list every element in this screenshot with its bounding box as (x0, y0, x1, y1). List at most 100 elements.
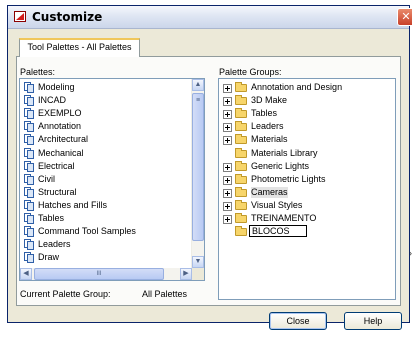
folder-icon (235, 82, 247, 92)
folder-icon (235, 173, 247, 184)
palette-item[interactable]: INCAD (20, 95, 190, 107)
palette-group-label: 3D Make (251, 95, 288, 106)
scroll-left-button[interactable]: ◀ (20, 268, 32, 280)
palette-item[interactable]: Command Tool Samples (20, 226, 190, 238)
palette-group-label: Cameras (251, 186, 288, 198)
palette-group-item[interactable]: TREINAMENTO (219, 213, 395, 224)
folder-icon (235, 226, 247, 237)
tab-tool-palettes-all-palettes[interactable]: Tool Palettes - All Palettes (19, 38, 140, 57)
current-palette-group-value: All Palettes (142, 289, 188, 299)
palette-group-label: Leaders (251, 121, 284, 132)
palette-item[interactable]: Architectural (20, 134, 190, 146)
palette-icon (24, 147, 35, 159)
expand-icon[interactable] (223, 188, 232, 198)
palette-item-label: EXEMPLO (38, 108, 82, 119)
palette-icon (24, 108, 35, 120)
expand-icon[interactable] (223, 84, 232, 93)
expand-icon[interactable] (223, 201, 232, 211)
close-button[interactable]: Close (269, 312, 327, 330)
expand-icon[interactable] (223, 215, 232, 224)
palette-item-label: Civil (38, 173, 55, 184)
palette-icon (24, 239, 35, 251)
palette-icon (24, 173, 35, 185)
palette-item-label: Draw (38, 252, 60, 263)
palette-group-label: Materials Library (251, 147, 318, 158)
palette-item[interactable]: Leaders (20, 239, 190, 251)
palette-icon (24, 121, 35, 133)
palette-group-label: Visual Styles (251, 199, 303, 210)
scroll-thumb[interactable]: ≡ (192, 93, 204, 241)
palette-group-item[interactable]: 3D Make (219, 95, 395, 107)
rename-group-input[interactable]: BLOCOS (249, 225, 307, 238)
palette-item[interactable]: Tables (20, 213, 190, 224)
palette-icon (24, 160, 35, 172)
palettes-list[interactable]: ▲ ≡ ▼ ◀ III ▶ Modeling INCAD EXEMPLO Annota… (19, 78, 205, 281)
palette-group-item[interactable]: Materials (219, 134, 395, 146)
palette-group-label: Photometric Lights (251, 173, 326, 184)
palette-item-label: Modeling (38, 82, 75, 92)
palette-item[interactable]: Structural (20, 186, 190, 198)
folder-icon (235, 199, 247, 210)
palette-item[interactable]: Electrical (20, 160, 190, 172)
palette-icon (24, 199, 35, 211)
folder-icon (235, 186, 247, 197)
palette-group-label: Annotation and Design (251, 82, 343, 92)
folder-icon (235, 160, 247, 171)
palette-group-item[interactable]: BLOCOS (219, 225, 395, 238)
palette-item[interactable]: Civil (20, 173, 190, 185)
folder-icon (235, 121, 247, 132)
palette-group-item[interactable]: Leaders (219, 121, 395, 133)
expand-icon[interactable] (223, 136, 232, 146)
palettes-vertical-scrollbar[interactable]: ▲ ≡ ▼ (191, 79, 204, 268)
palette-group-item[interactable]: Materials Library (219, 147, 395, 159)
palette-item-label: Electrical (38, 160, 75, 171)
title-bar[interactable]: Customize ✕ (8, 6, 412, 29)
close-window-button[interactable]: ✕ (397, 8, 412, 26)
folder-icon (235, 134, 247, 145)
palette-item[interactable]: Draw (20, 252, 190, 264)
palette-item[interactable]: EXEMPLO (20, 108, 190, 120)
palette-icon (24, 95, 35, 107)
palette-item-label: Hatches and Fills (38, 199, 108, 210)
folder-icon (235, 147, 247, 158)
palette-item-label: Leaders (38, 239, 71, 250)
palette-groups-label: Palette Groups: (219, 67, 282, 77)
palette-item-label: Architectural (38, 134, 89, 145)
palette-icon (24, 226, 35, 238)
expand-icon[interactable] (223, 123, 232, 133)
palette-icon (24, 186, 35, 198)
current-palette-group-label: Current Palette Group: (20, 289, 111, 299)
expand-icon[interactable] (223, 162, 232, 172)
palette-group-item[interactable]: Photometric Lights (219, 173, 395, 185)
palette-item[interactable]: Modeling (20, 82, 190, 93)
help-button[interactable]: Help (344, 312, 402, 330)
palette-icon (24, 252, 35, 264)
palettes-horizontal-scrollbar[interactable]: ◀ III ▶ (20, 268, 192, 280)
palette-group-item[interactable]: Cameras (219, 186, 395, 198)
app-icon (14, 11, 26, 22)
expand-icon[interactable] (223, 110, 232, 120)
expand-icon[interactable] (223, 97, 232, 107)
scrollbar-corner (192, 268, 204, 280)
expand-icon[interactable] (223, 175, 232, 185)
scroll-down-button[interactable]: ▼ (192, 256, 204, 268)
palette-group-item[interactable]: Generic Lights (219, 160, 395, 172)
palette-group-label: Tables (251, 108, 278, 119)
palette-item-label: Annotation (38, 121, 82, 132)
palette-icon (24, 134, 35, 146)
dialog-title: Customize (32, 10, 103, 24)
palette-groups-tree[interactable]: Annotation and Design 3D Make Tables Leader… (218, 78, 396, 300)
palette-group-item[interactable]: Visual Styles (219, 199, 395, 211)
palette-item[interactable]: Annotation (20, 121, 190, 133)
palette-item[interactable]: Hatches and Fills (20, 199, 190, 211)
scroll-up-button[interactable]: ▲ (192, 79, 204, 91)
palette-group-item[interactable]: Tables (219, 108, 395, 120)
palette-item[interactable]: Mechanical (20, 147, 190, 159)
folder-icon (235, 213, 247, 223)
tab-panel: Palettes: Palette Groups: ▲ ≡ ▼ ◀ III ▶ … (16, 56, 401, 306)
scroll-right-button[interactable]: ▶ (180, 268, 192, 280)
horizontal-scroll-thumb[interactable]: III (34, 268, 164, 280)
palette-item-label: Structural (38, 186, 77, 197)
palette-icon (24, 82, 35, 93)
palette-group-item[interactable]: Annotation and Design (219, 82, 395, 93)
